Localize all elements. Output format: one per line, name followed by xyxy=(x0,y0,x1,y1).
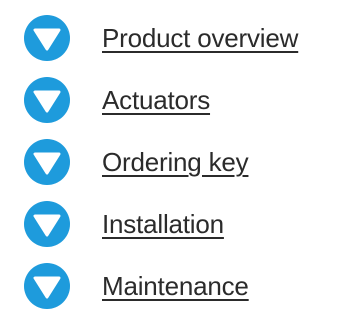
section-nav-list: Product overview Actuators Ordering key … xyxy=(0,0,344,317)
nav-item-maintenance[interactable]: Maintenance xyxy=(24,262,249,310)
nav-link-ordering-key[interactable]: Ordering key xyxy=(102,147,249,177)
chevron-down-circle-icon[interactable] xyxy=(24,139,70,185)
nav-link-product-overview[interactable]: Product overview xyxy=(102,23,298,53)
chevron-down-circle-icon[interactable] xyxy=(24,263,70,309)
nav-item-ordering-key[interactable]: Ordering key xyxy=(24,138,249,186)
chevron-down-circle-icon[interactable] xyxy=(24,15,70,61)
nav-item-installation[interactable]: Installation xyxy=(24,200,224,248)
nav-link-maintenance[interactable]: Maintenance xyxy=(102,271,249,301)
nav-link-installation[interactable]: Installation xyxy=(102,209,224,239)
nav-item-actuators[interactable]: Actuators xyxy=(24,76,210,124)
chevron-down-circle-icon[interactable] xyxy=(24,201,70,247)
chevron-down-circle-icon[interactable] xyxy=(24,77,70,123)
nav-item-product-overview[interactable]: Product overview xyxy=(24,14,298,62)
nav-link-actuators[interactable]: Actuators xyxy=(102,85,210,115)
